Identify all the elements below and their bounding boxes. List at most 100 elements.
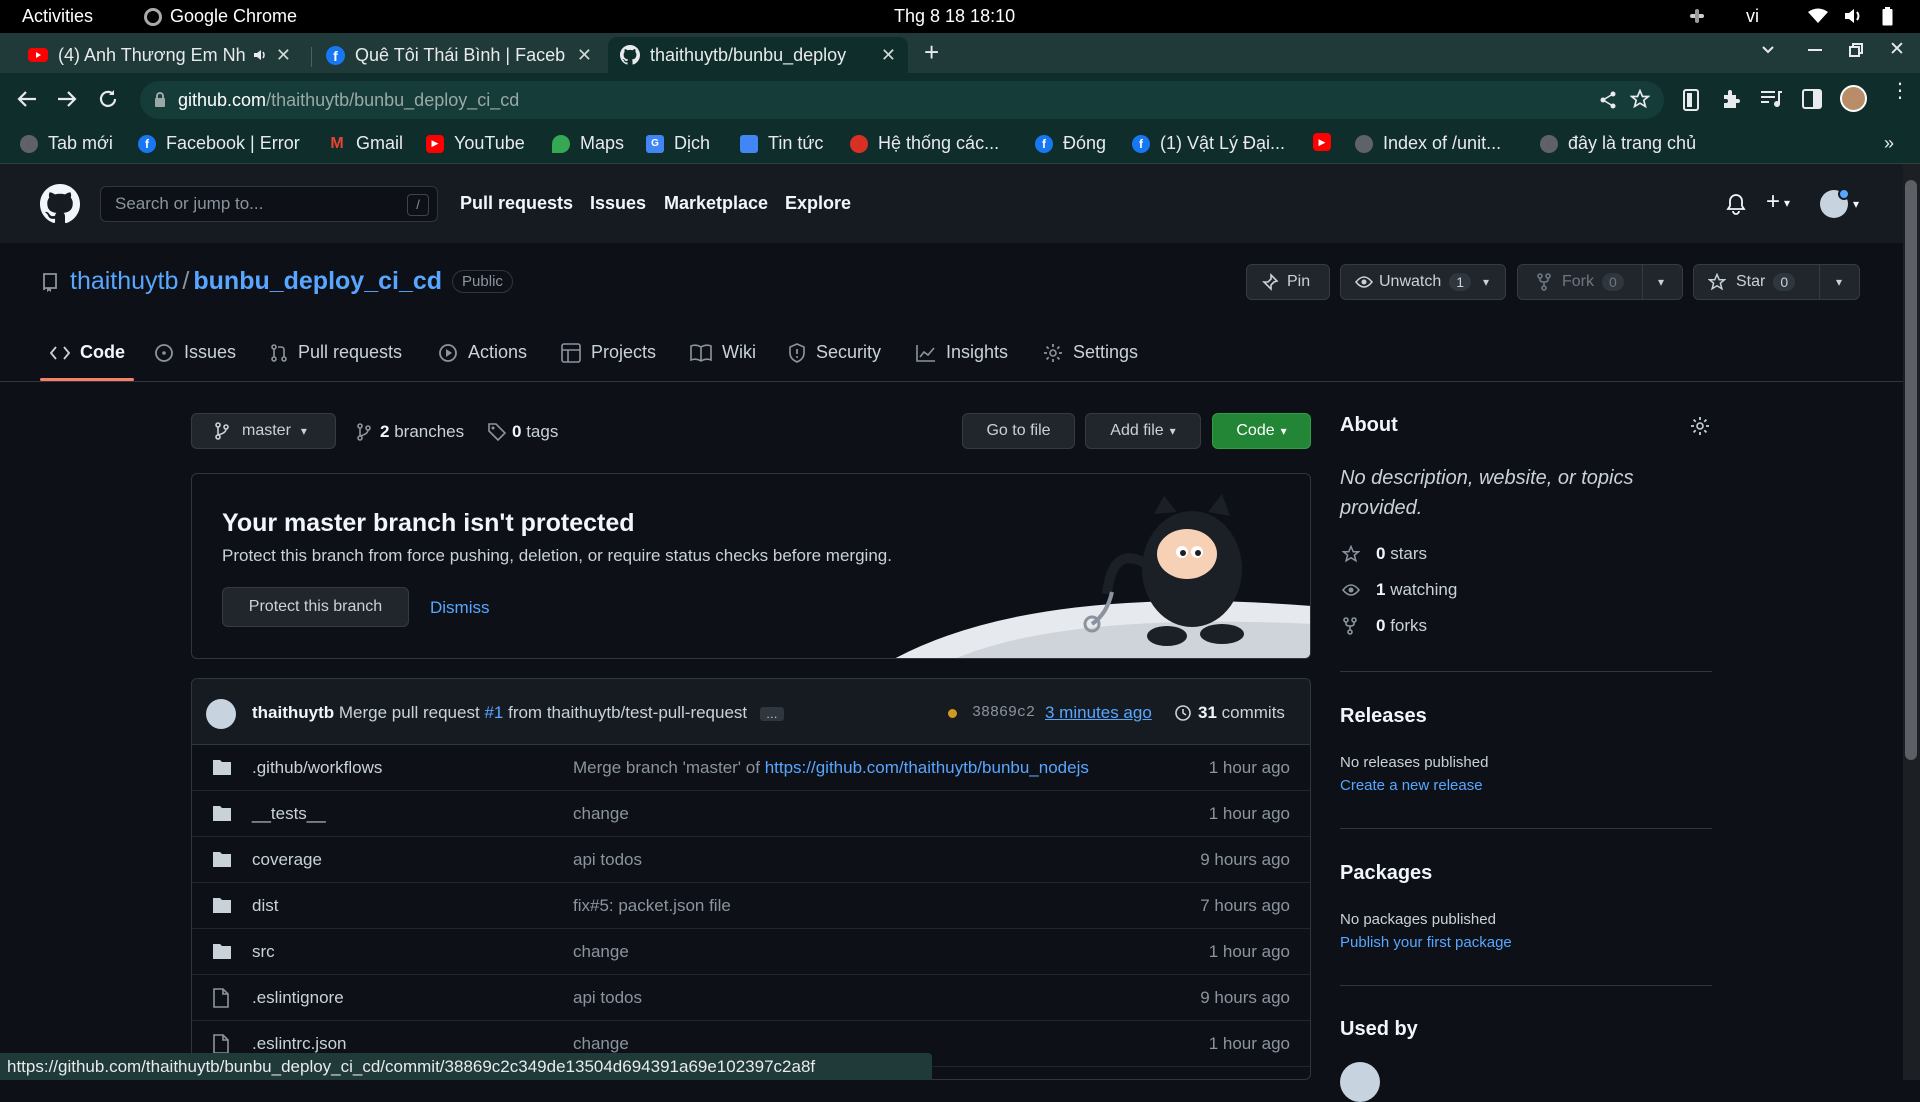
lock-icon[interactable] <box>154 92 166 107</box>
about-settings-gear-icon[interactable] <box>1690 416 1710 436</box>
notifications-bell-icon[interactable] <box>1726 193 1746 215</box>
fork-button[interactable]: Fork 0 ▾ <box>1517 264 1683 300</box>
commit-author-link[interactable]: thaithuytb <box>252 703 334 722</box>
tab-search-chevron-icon[interactable] <box>1760 41 1776 57</box>
branches-link[interactable]: 2 branches <box>356 422 464 442</box>
tab-code[interactable]: Code <box>50 342 125 363</box>
tab-wiki[interactable]: Wiki <box>690 342 756 363</box>
file-name-link[interactable]: __tests__ <box>252 804 326 824</box>
close-tab-icon[interactable]: ✕ <box>276 45 291 66</box>
repo-owner-link[interactable]: thaithuytb <box>70 267 178 296</box>
tab-insights[interactable]: Insights <box>916 342 1008 363</box>
github-logo-icon[interactable] <box>40 184 80 224</box>
used-by-heading[interactable]: Used by <box>1340 1018 1418 1041</box>
commit-sha-link[interactable]: 38869c2 <box>972 704 1035 721</box>
bookmark-item[interactable]: Index of /unit... <box>1355 133 1501 154</box>
forward-icon[interactable] <box>56 88 78 110</box>
repo-name-link[interactable]: bunbu_deploy_ci_cd <box>193 267 442 296</box>
commit-time-link[interactable]: 3 minutes ago <box>1045 703 1152 723</box>
file-commit-message[interactable]: api todos <box>573 988 642 1008</box>
stars-link[interactable]: 0 stars <box>1342 544 1427 564</box>
file-name-link[interactable]: dist <box>252 896 278 916</box>
tab-github-active[interactable]: thaithuytb/bunbu_deploy ✕ <box>608 37 908 73</box>
restore-icon[interactable] <box>1849 43 1863 57</box>
commit-message-branch[interactable]: from thaithuytb/test-pull-request <box>508 703 747 722</box>
app-menu[interactable]: Google Chrome <box>144 6 297 27</box>
bookmark-item[interactable]: Hệ thống các... <box>850 133 999 154</box>
more-bookmarks-icon[interactable]: » <box>1884 133 1894 154</box>
bookmark-item[interactable]: đây là trang chủ <box>1540 133 1696 154</box>
used-by-avatar[interactable] <box>1340 1062 1380 1102</box>
file-commit-message[interactable]: change <box>573 942 629 962</box>
file-row[interactable]: __tests__ change 1 hour ago <box>192 791 1310 837</box>
star-button[interactable]: Star 0 ▾ <box>1693 264 1860 300</box>
tab-actions[interactable]: Actions <box>438 342 527 363</box>
extensions-icon[interactable] <box>1720 88 1742 110</box>
share-icon[interactable] <box>1598 90 1618 110</box>
file-name-link[interactable]: .eslintignore <box>252 988 344 1008</box>
bookmark-item[interactable]: f Facebook | Error <box>138 133 300 154</box>
file-name-link[interactable]: coverage <box>252 850 322 870</box>
code-button[interactable]: Code ▾ <box>1212 413 1311 449</box>
wifi-icon[interactable] <box>1808 8 1828 24</box>
bookmark-item[interactable]: M Gmail <box>328 133 403 154</box>
tab-projects[interactable]: Projects <box>561 342 656 363</box>
minimize-icon[interactable] <box>1808 49 1822 51</box>
file-row[interactable]: .github/workflows Merge branch 'master' … <box>192 745 1310 791</box>
reload-icon[interactable] <box>97 88 119 110</box>
commit-url-link[interactable]: https://github.com/thaithuytb/bunbu_node… <box>765 758 1089 777</box>
slack-tray-icon[interactable] <box>1688 7 1706 25</box>
new-tab-icon[interactable]: + <box>924 37 939 68</box>
chrome-menu-icon[interactable]: ⋮ <box>1890 81 1910 101</box>
author-avatar[interactable] <box>206 699 236 729</box>
address-bar[interactable]: github.com/thaithuytb/bunbu_deploy_ci_cd <box>140 81 1664 119</box>
close-tab-icon[interactable]: ✕ <box>577 45 592 66</box>
nav-marketplace[interactable]: Marketplace <box>664 193 768 214</box>
create-release-link[interactable]: Create a new release <box>1340 777 1483 794</box>
file-row[interactable]: dist fix#5: packet.json file 7 hours ago <box>192 883 1310 929</box>
commit-expand-button[interactable]: … <box>759 707 784 721</box>
profile-avatar[interactable] <box>1840 85 1867 112</box>
bookmark-item[interactable]: Tab mới <box>20 133 113 154</box>
battery-icon[interactable] <box>1882 7 1893 26</box>
bookmark-item[interactable]: G Dịch <box>646 133 710 154</box>
branch-select-button[interactable]: master ▾ <box>191 413 336 449</box>
tab-issues[interactable]: Issues <box>154 342 236 363</box>
pull-request-link[interactable]: #1 <box>484 703 503 722</box>
unwatch-button[interactable]: Unwatch 1 ▾ <box>1340 264 1506 300</box>
file-row[interactable]: src change 1 hour ago <box>192 929 1310 975</box>
file-name-link[interactable]: src <box>252 942 275 962</box>
file-name-link[interactable]: .eslintrc.json <box>252 1034 346 1054</box>
status-pending-dot[interactable] <box>948 709 957 718</box>
close-tab-icon[interactable]: ✕ <box>881 45 896 66</box>
file-commit-message[interactable]: fix#5: packet.json file <box>573 896 731 916</box>
commits-count-link[interactable]: 31 commits <box>1174 703 1285 723</box>
scrollbar-thumb[interactable] <box>1905 180 1917 760</box>
nav-issues[interactable]: Issues <box>590 193 646 214</box>
file-commit-message[interactable]: Merge branch 'master' of https://github.… <box>573 758 1089 778</box>
pin-button[interactable]: Pin <box>1246 264 1330 300</box>
side-panel-icon[interactable] <box>1802 89 1822 109</box>
tab-security[interactable]: Security <box>788 342 881 363</box>
volume-icon[interactable] <box>1843 8 1863 24</box>
add-file-button[interactable]: Add file ▾ <box>1085 413 1201 449</box>
bookmark-item[interactable]: Tin tức <box>740 133 823 154</box>
input-language[interactable]: vi <box>1746 6 1759 27</box>
file-name-link[interactable]: .github/workflows <box>252 758 382 778</box>
nav-explore[interactable]: Explore <box>785 193 851 214</box>
reading-mode-icon[interactable] <box>1683 89 1699 111</box>
close-window-icon[interactable]: ✕ <box>1889 38 1905 61</box>
create-new-plus-icon[interactable]: + ▾ <box>1766 188 1790 216</box>
star-caret-icon[interactable]: ▾ <box>1836 275 1842 289</box>
user-menu-caret-icon[interactable]: ▾ <box>1853 197 1859 211</box>
publish-package-link[interactable]: Publish your first package <box>1340 934 1512 951</box>
fork-caret-icon[interactable]: ▾ <box>1658 275 1664 289</box>
file-commit-message[interactable]: api todos <box>573 850 642 870</box>
commit-message-text[interactable]: Merge pull request <box>339 703 480 722</box>
bookmark-item[interactable]: ▶ <box>1313 133 1341 151</box>
tab-settings[interactable]: Settings <box>1043 342 1138 363</box>
search-input[interactable]: Search or jump to... / <box>100 186 438 222</box>
bookmark-star-icon[interactable] <box>1630 89 1650 109</box>
speaker-icon[interactable] <box>253 49 268 61</box>
back-icon[interactable] <box>16 88 38 110</box>
